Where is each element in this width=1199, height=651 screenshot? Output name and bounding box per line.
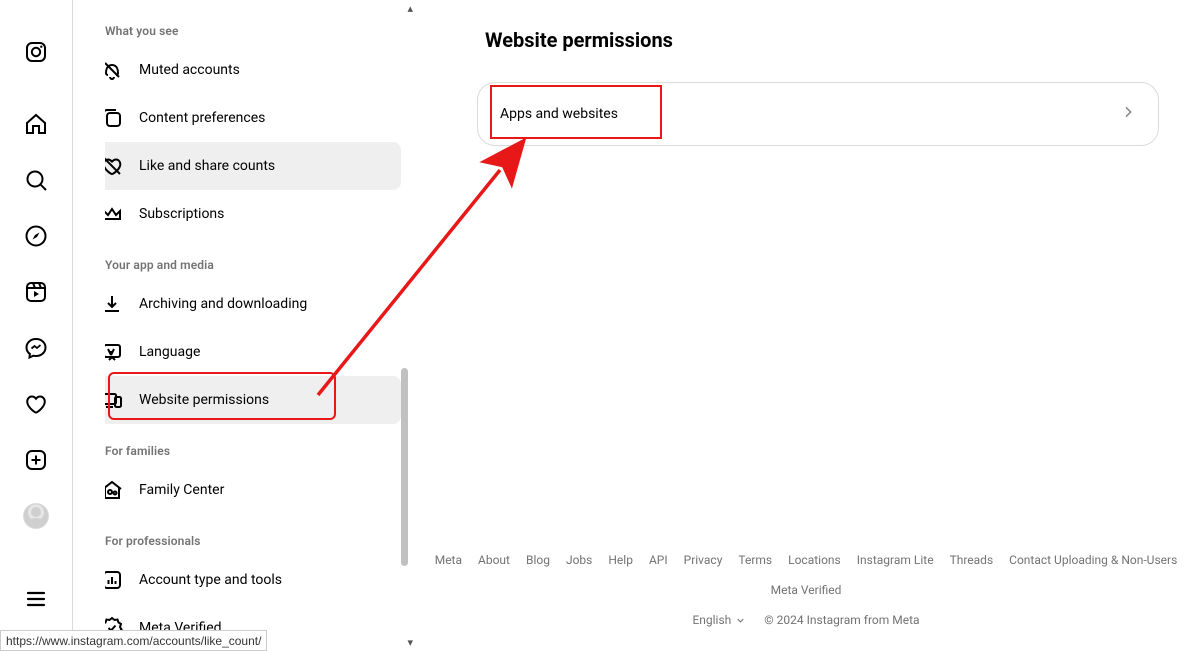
sidebar-item-label: Muted accounts (139, 62, 240, 78)
bell-off-icon (105, 57, 125, 83)
crown-icon (105, 201, 125, 227)
nav-messages[interactable] (12, 324, 60, 372)
footer-link-threads[interactable]: Threads (950, 553, 994, 567)
section-heading-your-app-media: Your app and media (105, 258, 401, 272)
section-heading-what-you-see: What you see (105, 24, 401, 38)
nav-reels[interactable] (12, 268, 60, 316)
footer-link-instagram-lite[interactable]: Instagram Lite (857, 553, 934, 567)
sidebar-item-label: Archiving and downloading (139, 296, 307, 312)
sidebar-item-label: Account type and tools (139, 572, 282, 588)
language-label: English (692, 613, 731, 627)
footer-link-meta[interactable]: Meta (435, 553, 462, 567)
nav-more[interactable] (12, 575, 60, 623)
page-title: Website permissions (485, 28, 1159, 52)
devices-icon (105, 387, 125, 413)
footer-link-meta-verified[interactable]: Meta Verified (771, 583, 842, 597)
section-heading-for-families: For families (105, 444, 401, 458)
apps-and-websites-row[interactable]: Apps and websites (478, 83, 1158, 145)
sidebar-item-family-center[interactable]: Family Center (105, 466, 401, 514)
sidebar-item-like-share-counts[interactable]: Like and share counts (105, 142, 401, 190)
content-stack-icon (105, 105, 125, 131)
settings-sidebar: ▴ What you see Muted accounts Content pr… (73, 0, 413, 651)
heart-off-icon (105, 153, 125, 179)
sidebar-item-label: Content preferences (139, 110, 265, 126)
instagram-logo-icon[interactable] (12, 28, 60, 76)
sidebar-item-label: Subscriptions (139, 206, 224, 222)
footer-link-help[interactable]: Help (608, 553, 633, 567)
section-heading-for-professionals: For professionals (105, 534, 401, 548)
footer-links: Meta About Blog Jobs Help API Privacy Te… (433, 553, 1179, 597)
sidebar-item-website-permissions[interactable]: Website permissions (105, 376, 401, 424)
language-selector[interactable]: English (692, 613, 746, 627)
footer-link-blog[interactable]: Blog (526, 553, 550, 567)
avatar-icon (23, 503, 49, 529)
nav-notifications[interactable] (12, 380, 60, 428)
footer-link-locations[interactable]: Locations (788, 553, 841, 567)
family-house-icon (105, 477, 125, 503)
nav-rail (0, 0, 73, 651)
sidebar-item-archiving-downloading[interactable]: Archiving and downloading (105, 280, 401, 328)
sidebar-item-content-preferences[interactable]: Content preferences (105, 94, 401, 142)
nav-create[interactable] (12, 436, 60, 484)
sidebar-item-label: Family Center (139, 482, 224, 498)
footer-link-privacy[interactable]: Privacy (684, 553, 723, 567)
footer-link-api[interactable]: API (649, 553, 668, 567)
chevron-right-icon (1120, 104, 1136, 124)
download-icon (105, 291, 125, 317)
language-icon (105, 339, 125, 365)
chevron-down-icon (735, 615, 746, 626)
sidebar-item-label: Website permissions (139, 392, 269, 408)
nav-explore[interactable] (12, 212, 60, 260)
card-row-label: Apps and websites (500, 106, 618, 122)
sidebar-item-label: Language (139, 344, 200, 360)
permissions-card: Apps and websites (477, 82, 1159, 146)
sidebar-item-account-type-tools[interactable]: Account type and tools (105, 556, 401, 604)
nav-home[interactable] (12, 100, 60, 148)
bar-chart-icon (105, 567, 125, 593)
browser-status-bar: https://www.instagram.com/accounts/like_… (0, 630, 267, 651)
footer: Meta About Blog Jobs Help API Privacy Te… (413, 543, 1199, 651)
sidebar-item-label: Like and share counts (139, 158, 275, 174)
nav-profile[interactable] (12, 492, 60, 540)
footer-link-about[interactable]: About (478, 553, 510, 567)
scrollbar[interactable] (401, 14, 408, 637)
footer-link-jobs[interactable]: Jobs (566, 553, 592, 567)
footer-link-terms[interactable]: Terms (738, 553, 772, 567)
footer-copyright: © 2024 Instagram from Meta (764, 613, 919, 627)
sidebar-item-language[interactable]: Language (105, 328, 401, 376)
footer-link-contact-upload[interactable]: Contact Uploading & Non-Users (1009, 553, 1177, 567)
main-content: Website permissions Apps and websites Me… (413, 0, 1199, 651)
nav-search[interactable] (12, 156, 60, 204)
scrollbar-thumb[interactable] (401, 368, 408, 566)
sidebar-item-muted-accounts[interactable]: Muted accounts (105, 46, 401, 94)
status-url: https://www.instagram.com/accounts/like_… (6, 634, 261, 648)
sidebar-item-subscriptions[interactable]: Subscriptions (105, 190, 401, 238)
